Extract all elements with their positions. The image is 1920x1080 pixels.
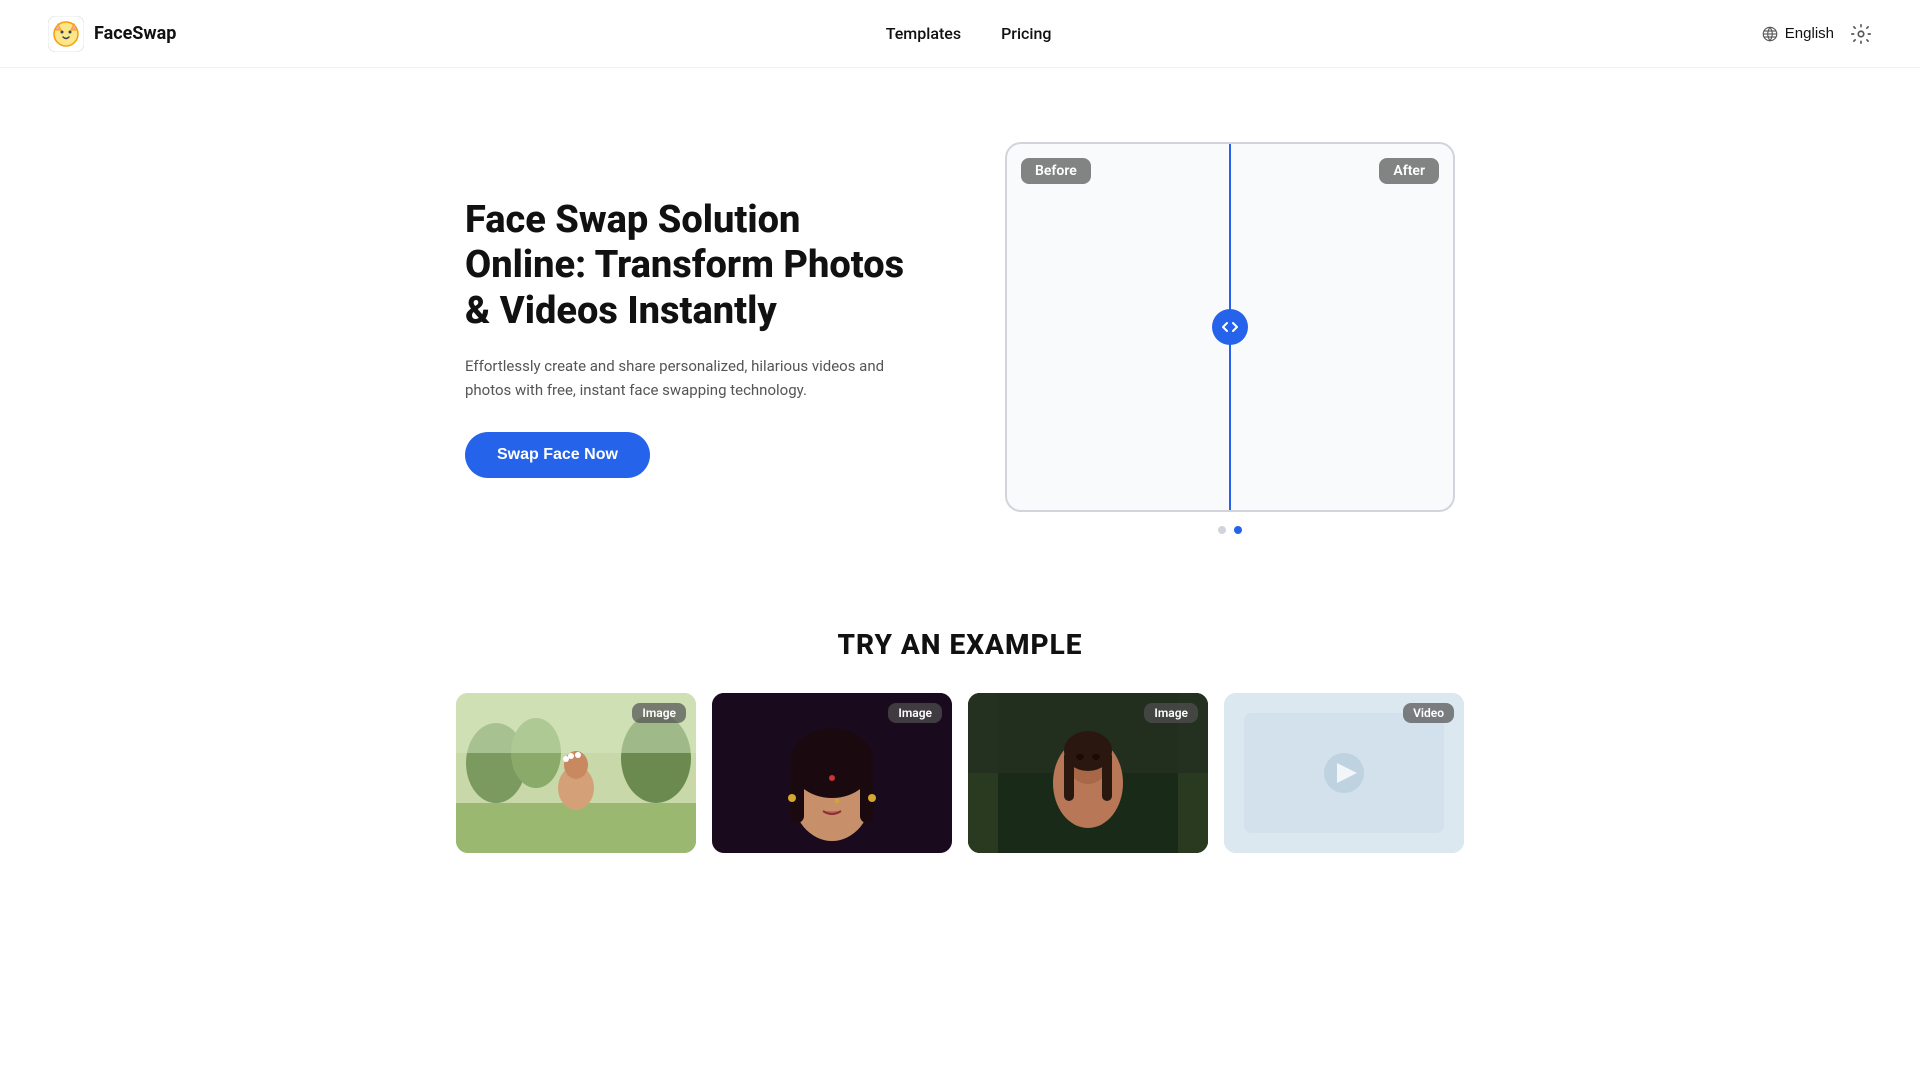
examples-section: TRY AN EXAMPLE <box>0 588 1920 913</box>
examples-grid: Image <box>60 693 1860 853</box>
logo[interactable]: FaceSwap <box>48 16 176 52</box>
hero-right: Before After <box>1005 142 1455 534</box>
swap-face-now-button[interactable]: Swap Face Now <box>465 432 650 478</box>
nav-pricing[interactable]: Pricing <box>1001 24 1051 43</box>
hero-left: Face Swap Solution Online: Transform Pho… <box>465 198 925 479</box>
chevron-lr-icon <box>1222 319 1238 335</box>
dot-2[interactable] <box>1234 526 1242 534</box>
language-label: English <box>1785 25 1834 42</box>
dot-1[interactable] <box>1218 526 1226 534</box>
logo-icon <box>48 16 84 52</box>
example-card-4[interactable]: Video <box>1224 693 1464 853</box>
example-card-2[interactable]: Image <box>712 693 952 853</box>
card-2-badge: Image <box>888 703 942 723</box>
main-nav: Templates Pricing <box>886 24 1052 43</box>
hero-description: Effortlessly create and share personaliz… <box>465 354 925 402</box>
hero-section: Face Swap Solution Online: Transform Pho… <box>0 68 1920 588</box>
example-card-1[interactable]: Image <box>456 693 696 853</box>
compare-handle[interactable] <box>1212 309 1248 345</box>
example-card-3[interactable]: Image <box>968 693 1208 853</box>
language-button[interactable]: English <box>1761 25 1834 43</box>
header: FaceSwap Templates Pricing English <box>0 0 1920 68</box>
header-right: English <box>1761 23 1872 45</box>
globe-icon <box>1761 25 1779 43</box>
examples-title: TRY AN EXAMPLE <box>60 628 1860 661</box>
compare-widget[interactable]: Before After <box>1005 142 1455 512</box>
card-3-badge: Image <box>1144 703 1198 723</box>
logo-text: FaceSwap <box>94 23 176 44</box>
card-4-badge: Video <box>1403 703 1454 723</box>
before-label: Before <box>1021 158 1091 184</box>
dot-indicators <box>1005 526 1455 534</box>
after-label: After <box>1379 158 1439 184</box>
nav-templates[interactable]: Templates <box>886 24 961 43</box>
settings-icon[interactable] <box>1850 23 1872 45</box>
hero-title: Face Swap Solution Online: Transform Pho… <box>465 198 925 335</box>
card-1-badge: Image <box>632 703 686 723</box>
